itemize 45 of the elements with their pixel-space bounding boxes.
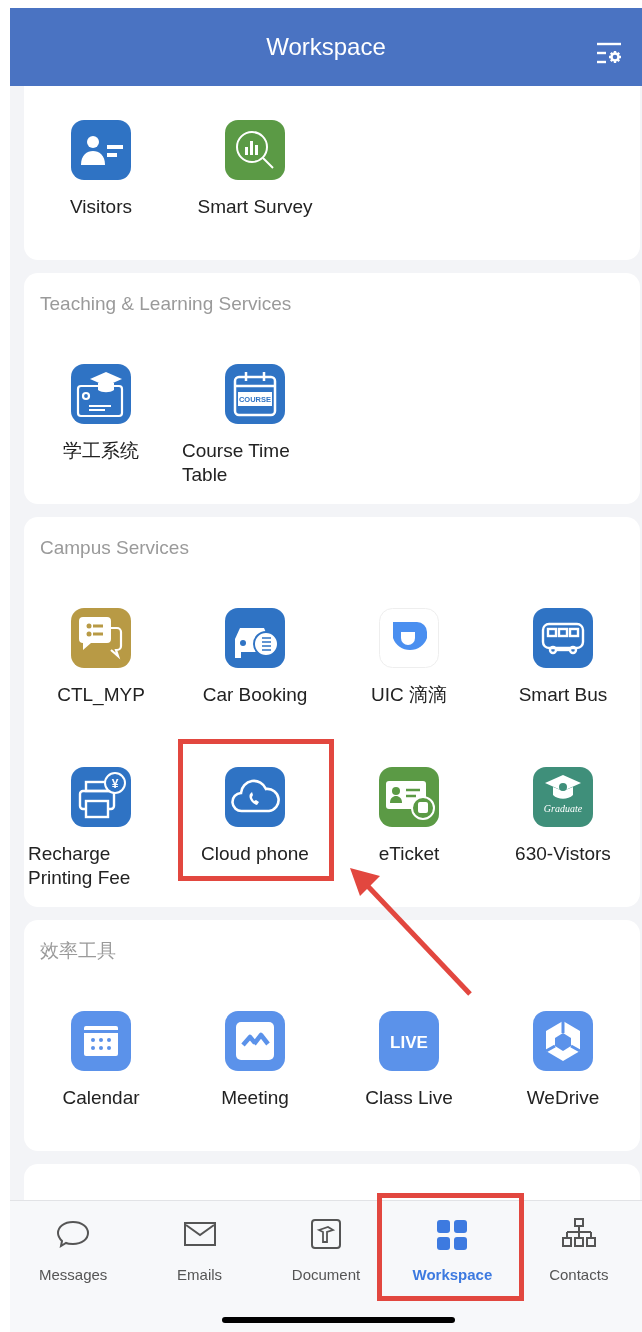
calendar-grid-icon [71,1011,131,1071]
document-icon [308,1217,344,1251]
app-tile[interactable]: Graduate 630-Vistors [486,767,640,890]
icon-label: Graduate [543,803,583,814]
cloud-phone-icon [225,767,285,827]
person-card-icon [71,120,131,180]
app-tile[interactable]: CTL_MYP [24,608,178,731]
app-tile[interactable]: Cloud phone [178,767,332,890]
mountain-tile-icon [225,1011,285,1071]
car-icon [225,608,285,668]
settings-icon[interactable] [596,42,622,64]
app-tile[interactable]: Smart Survey [178,120,332,243]
section-title: 效率工具 [39,940,117,962]
app-tile[interactable]: 学工系统 [24,364,178,487]
live-icon [379,1011,439,1071]
icon-label: ¥ [111,776,119,791]
app-tile[interactable]: Car Booking [178,608,332,731]
magnifier-chart-icon [225,120,285,180]
app-tile[interactable]: ¥ Recharge Printing Fee [24,767,178,890]
cube-icon [533,1011,593,1071]
graduation-cap-icon [533,767,593,827]
app-tile[interactable]: LIVE Class Live [332,1011,486,1134]
calendar-icon [225,364,285,424]
header-title: Workspace [266,32,386,62]
d-shape-icon [379,608,439,668]
tab[interactable]: Document [262,1201,390,1301]
app-tile[interactable]: eTicket [332,767,486,890]
app-tile[interactable]: Smart Bus [486,608,640,731]
app-tile[interactable]: Visitors [24,120,178,243]
printer-icon [71,767,131,827]
app-tile[interactable]: UIC 滴滴 [332,608,486,731]
chat-bubbles-icon [71,608,131,668]
tab[interactable]: Workspace [389,1201,516,1301]
bus-icon [533,608,593,668]
tab[interactable]: Emails [136,1201,263,1301]
icon-label: LIVE [390,1033,428,1052]
app-tile[interactable]: WeDrive [486,1011,640,1134]
tab[interactable]: Contacts [515,1201,642,1301]
app-tile[interactable]: Meeting [178,1011,332,1134]
section-title: Teaching & Learning Services [39,293,293,315]
tab[interactable]: Messages [10,1201,137,1301]
graduation-card-icon [71,364,131,424]
app-tile[interactable]: Calendar [24,1011,178,1134]
section-title: Campus Services [39,537,190,559]
ticket-bus-icon [379,767,439,827]
